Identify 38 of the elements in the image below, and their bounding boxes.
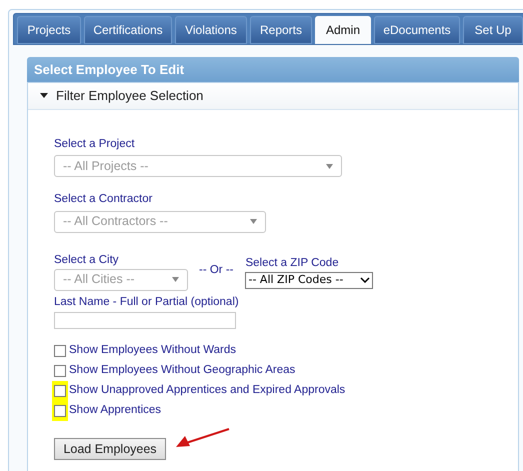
- checkbox[interactable]: [54, 365, 66, 377]
- caret-icon: [250, 219, 257, 224]
- tab[interactable]: Certifications: [84, 16, 172, 44]
- dropdown[interactable]: -- All Cities --: [54, 268, 188, 291]
- dropdown-value: -- All ZIP Codes --: [248, 272, 344, 288]
- field-label: Select a Contractor: [54, 192, 154, 208]
- field-label: Select a ZIP Code: [245, 256, 340, 270]
- tab[interactable]: eDocuments: [374, 16, 460, 44]
- dropdown[interactable]: -- All Contractors --: [54, 210, 266, 232]
- checkbox[interactable]: [54, 385, 66, 397]
- checkbox[interactable]: [54, 345, 66, 357]
- field-label: Last Name - Full or Partial (optional): [54, 294, 240, 310]
- chevron-down-icon: [360, 277, 370, 284]
- checkbox[interactable]: [54, 405, 66, 417]
- tab[interactable]: Projects: [17, 16, 81, 44]
- tab[interactable]: Set Up: [463, 16, 523, 44]
- dropdown-value: -- All Contractors --: [63, 213, 168, 230]
- tab[interactable]: Violations: [175, 16, 247, 44]
- or-separator: -- Or --: [199, 262, 234, 278]
- caret-icon: [40, 93, 48, 99]
- dropdown[interactable]: -- All ZIP Codes --: [245, 272, 374, 289]
- caret-icon: [326, 164, 333, 169]
- checkbox-label: Show Employees Without Geographic Areas: [69, 363, 296, 378]
- checkbox-label: Show Unapproved Apprentices and Expired Approvals: [69, 383, 346, 398]
- tab[interactable]: Admin: [315, 16, 371, 44]
- field-label: Select a City: [54, 252, 120, 268]
- dropdown-value: -- All Cities --: [63, 271, 135, 288]
- load-employees-button[interactable]: Load Employees: [54, 438, 166, 460]
- dropdown[interactable]: -- All Projects --: [54, 155, 342, 178]
- checkbox-label: Show Apprentices: [69, 403, 162, 418]
- arrow-drawing: [176, 427, 230, 449]
- field-label: Select a Project: [54, 137, 136, 152]
- panel-title: Select Employee To Edit: [34, 60, 184, 79]
- tab[interactable]: Reports: [250, 16, 312, 44]
- dropdown-value: -- All Projects --: [63, 158, 148, 175]
- caret-icon: [172, 277, 179, 282]
- checkbox-label: Show Employees Without Wards: [69, 343, 236, 358]
- last-name-field[interactable]: [54, 312, 236, 329]
